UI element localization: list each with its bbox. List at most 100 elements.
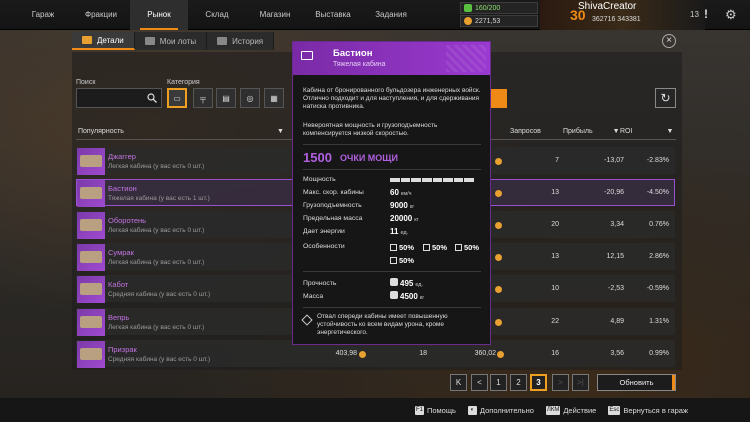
cabin-icon	[80, 251, 102, 263]
cabin-icon	[80, 348, 102, 360]
prev-page-button[interactable]: <	[471, 374, 488, 391]
coin-icon	[495, 319, 502, 326]
last-page-button[interactable]: >|	[572, 374, 589, 391]
back-hint[interactable]: Esc Вернуться в гараж	[608, 405, 688, 415]
tab-history[interactable]: История	[207, 32, 275, 50]
nav-garage[interactable]: Гараж	[14, 0, 72, 30]
col-roi[interactable]: ROI ▼	[620, 123, 673, 139]
cabin-icon	[80, 316, 102, 328]
energy-unit: ед.	[400, 230, 409, 236]
shield-icon	[423, 244, 430, 251]
search-icon	[147, 93, 157, 103]
col-popularity-sort[interactable]: ▼	[273, 123, 284, 139]
nav-exhibition[interactable]: Выставка	[304, 0, 362, 30]
col-profit-label: Прибыль	[563, 127, 593, 135]
tab-history-label: История	[232, 36, 264, 46]
module-icon: ▤	[222, 93, 230, 103]
nav-storage[interactable]: Склад	[188, 0, 246, 30]
category-modules[interactable]: ▤	[216, 88, 236, 108]
tab-parts-label: Детали	[97, 35, 124, 45]
tonnage-value: 9000	[390, 201, 408, 210]
stat-label: Дает энергии	[303, 228, 345, 235]
fuel-stat: 160/200	[460, 2, 538, 14]
footer-hints: F1 Помощь ◐ Дополнительно ЛКМ Действие Esc В…	[0, 398, 750, 422]
stat-label: Предельная масса	[303, 215, 363, 222]
durability-label: Прочность	[303, 280, 337, 287]
category-parts[interactable]: ▦	[264, 88, 284, 108]
category-wheels[interactable]: ◎	[240, 88, 260, 108]
divider	[303, 144, 481, 145]
first-page-button[interactable]: K	[450, 374, 467, 391]
item-subtitle: Средняя кабина (у вас есть 0 шт.)	[108, 356, 211, 363]
requests-value: 20	[551, 221, 559, 228]
col-profit[interactable]: Прибыль ▼	[563, 123, 620, 139]
resource-stats: 160/200 2271,53	[460, 2, 538, 28]
item-thumbnail	[77, 148, 105, 175]
nav-market[interactable]: Рынок	[130, 0, 188, 30]
stat-label: Мощность	[303, 176, 336, 183]
item-name: Вепрь	[108, 313, 130, 322]
tab-my-lots[interactable]: Мои лоты	[134, 32, 208, 50]
alert-icon[interactable]: !	[704, 7, 714, 21]
help-key: F1	[414, 405, 424, 415]
search-input[interactable]	[76, 88, 162, 108]
requests-value: 10	[551, 285, 559, 292]
roi-value: 2.86%	[649, 253, 669, 260]
part-icon: ▦	[270, 93, 278, 103]
profit-value: 3,56	[610, 350, 624, 357]
feature-value: 50%	[432, 243, 448, 252]
player-profile[interactable]: 30 ShivaCreator 362716 343381	[540, 0, 705, 30]
fuel-value: 160/200	[475, 4, 501, 12]
divider	[303, 271, 481, 272]
chevron-down-icon: ▼	[612, 127, 620, 135]
more-label: Дополнительно	[479, 405, 534, 415]
notification-count[interactable]: 13	[690, 10, 699, 19]
speed-unit: км/ч	[400, 191, 412, 197]
action-label: Действие	[563, 405, 597, 415]
col-popularity[interactable]: Популярность	[78, 123, 124, 139]
shield-icon	[455, 244, 462, 251]
coin-icon	[464, 17, 472, 25]
shield-icon	[390, 257, 397, 264]
page-3-button[interactable]: 3	[530, 374, 547, 391]
category-cabins[interactable]: ▭	[167, 88, 187, 108]
nav-tasks[interactable]: Задания	[362, 0, 420, 30]
update-button[interactable]: Обновить	[597, 374, 676, 391]
reset-filters-icon[interactable]: ↻	[655, 88, 676, 108]
profit-value: 4,89	[610, 318, 624, 325]
item-name: Бастион	[108, 184, 137, 193]
col-popularity-label: Популярность	[78, 127, 124, 135]
profit-value: -20,96	[604, 189, 624, 196]
tab-parts[interactable]: Детали	[72, 32, 135, 50]
feature-value: 50%	[464, 243, 480, 252]
next-page-button[interactable]: >	[552, 374, 569, 391]
requests-value: 7	[555, 157, 559, 164]
col-requests[interactable]: Запросов	[510, 123, 541, 139]
tab-my-lots-label: Мои лоты	[159, 36, 197, 46]
settings-gear-icon[interactable]: ⚙	[725, 7, 737, 23]
help-hint[interactable]: F1 Помощь	[414, 405, 456, 415]
page-2-button[interactable]: 2	[510, 374, 527, 391]
nav-factions[interactable]: Фракции	[72, 0, 130, 30]
cabin-icon	[80, 219, 102, 231]
action-hint[interactable]: ЛКМ Действие	[545, 405, 597, 415]
mass-limit-value: 20000	[390, 214, 413, 223]
cabin-icon	[80, 187, 102, 199]
gun-icon: ╤	[200, 93, 206, 103]
tooltip-subtitle: Тяжелая кабина	[333, 61, 386, 68]
category-weapons[interactable]: ╤	[193, 88, 213, 108]
item-thumbnail	[77, 244, 105, 271]
roi-value: -4.50%	[646, 189, 669, 196]
requests-value: 22	[551, 318, 559, 325]
page-1-button[interactable]: 1	[490, 374, 507, 391]
nav-shop[interactable]: Магазин	[246, 0, 304, 30]
item-thumbnail	[77, 180, 105, 207]
requests-value: 13	[551, 253, 559, 260]
mass-unit: кг	[419, 295, 425, 301]
mass-label: Масса	[303, 293, 324, 300]
perk-icon	[301, 314, 313, 326]
more-hint[interactable]: ◐ Дополнительно	[467, 405, 534, 415]
close-icon[interactable]: ×	[662, 34, 676, 48]
power-score-value: 1500	[303, 150, 332, 165]
item-thumbnail	[77, 276, 105, 303]
